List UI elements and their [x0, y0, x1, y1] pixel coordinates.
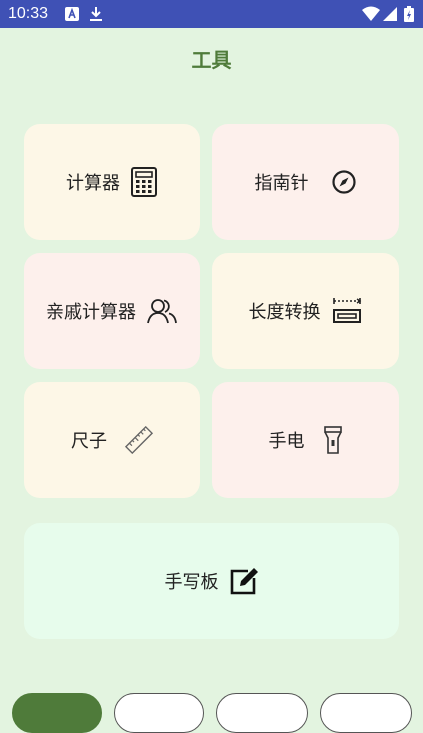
handwriting-board-label: 手写板 — [164, 572, 219, 593]
handwriting-board-card[interactable]: 手写板 — [24, 523, 399, 639]
page-title: 工具 — [191, 48, 232, 72]
bottom-tab-2[interactable] — [114, 693, 204, 733]
flashlight-card[interactable]: 手电 — [212, 382, 399, 498]
calculator-label: 计算器 — [66, 173, 120, 194]
compass-label: 指南针 — [254, 173, 309, 194]
relative-calculator-label: 亲戚计算器 — [46, 302, 136, 323]
status-bar: 10:33 — [0, 0, 423, 28]
bottom-tab-1[interactable] — [12, 693, 102, 733]
ruler-label: 尺子 — [71, 431, 107, 452]
status-time: 10:33 — [8, 5, 49, 22]
ruler-icon — [125, 426, 153, 454]
bottom-tab-4[interactable] — [320, 693, 412, 733]
download-icon — [88, 6, 104, 22]
compass-icon — [331, 169, 357, 195]
signal-icon — [382, 6, 398, 22]
length-measure-icon — [331, 297, 363, 325]
notification-a-icon — [64, 6, 80, 22]
wifi-icon — [362, 6, 380, 22]
edit-icon — [229, 567, 259, 595]
flashlight-label: 手电 — [268, 431, 305, 452]
calculator-card[interactable]: 计算器 — [24, 124, 200, 240]
length-convert-label: 长度转换 — [248, 302, 321, 323]
people-icon — [146, 297, 178, 325]
length-convert-card[interactable]: 长度转换 — [212, 253, 399, 369]
battery-icon — [404, 6, 414, 22]
ruler-card[interactable]: 尺子 — [24, 382, 200, 498]
flashlight-icon — [323, 426, 343, 454]
relative-calculator-card[interactable]: 亲戚计算器 — [24, 253, 200, 369]
bottom-tab-3[interactable] — [216, 693, 308, 733]
calculator-icon — [130, 167, 158, 197]
compass-card[interactable]: 指南针 — [212, 124, 399, 240]
